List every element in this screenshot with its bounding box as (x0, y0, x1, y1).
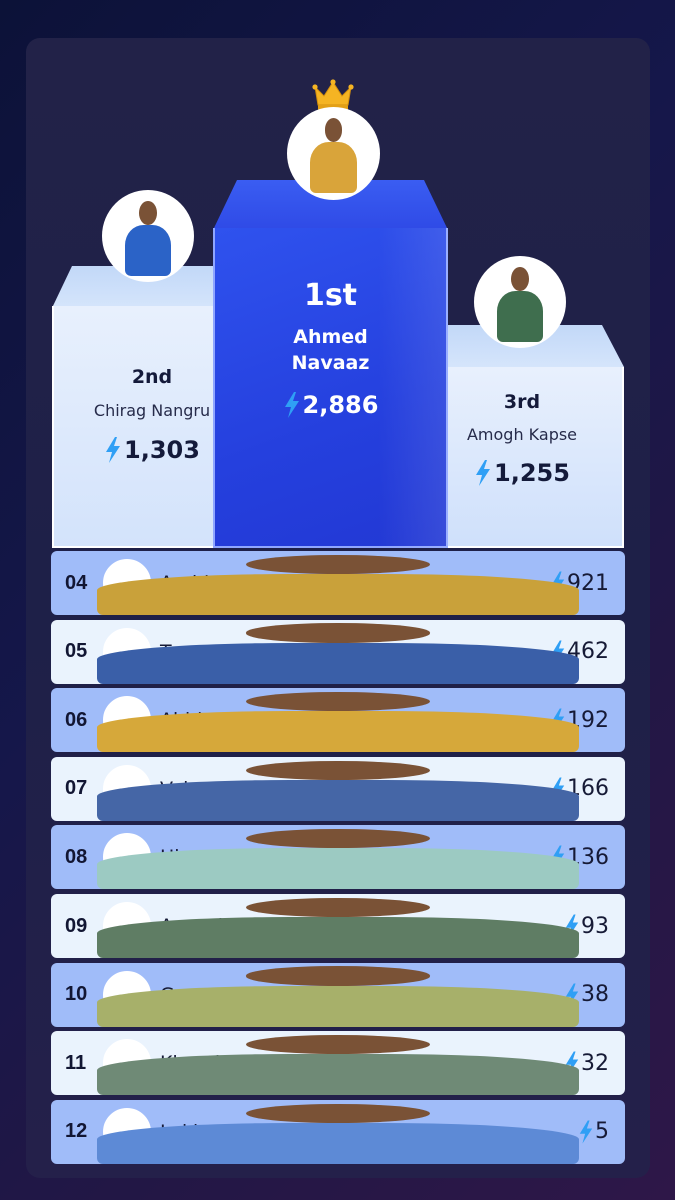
rank-number: 05 (65, 640, 88, 663)
table-row[interactable]: 06Abhinav Shukla192 (51, 688, 625, 753)
score-value: 32 (581, 1050, 609, 1076)
rank-number: 11 (65, 1051, 87, 1074)
rank-number: 06 (65, 708, 88, 731)
table-row[interactable]: 05Tanu Rawat462 (51, 619, 625, 684)
rank-number: 12 (65, 1120, 88, 1143)
lightning-bolt-icon (106, 437, 121, 463)
podium-third-score-wrap: 1,255 (420, 459, 624, 487)
table-row[interactable]: 07Valence Kundra166 (51, 756, 625, 821)
player-photo (96, 829, 580, 890)
avatar[interactable] (96, 1035, 580, 1096)
avatar[interactable] (96, 1103, 580, 1164)
rank-number: 10 (65, 983, 88, 1006)
podium-third: 3rd Amogh Kapse 1,255 (420, 325, 624, 548)
lightning-bolt-icon (284, 392, 299, 418)
player-photo (96, 623, 580, 684)
table-row[interactable]: 10Gaurav Singh38 (51, 962, 625, 1027)
avatar[interactable] (96, 829, 580, 890)
podium-first-rank: 1st (303, 278, 358, 313)
podium-first-score-wrap: 2,886 (213, 391, 448, 419)
player-photo (492, 262, 547, 342)
podium-first: 1st Ahmed Navaaz 2,886 (213, 180, 448, 548)
table-row[interactable]: 04Arohi Khurana921 (51, 551, 625, 615)
podium-third-rank: 3rd (503, 391, 541, 413)
avatar-third[interactable] (474, 256, 566, 348)
lightning-bolt-icon (476, 460, 491, 486)
avatar[interactable] (96, 760, 580, 821)
avatar-second[interactable] (102, 190, 194, 282)
table-row[interactable]: 11Khyati Sharma32 (51, 1031, 625, 1096)
player-photo (306, 114, 362, 194)
player-photo (96, 1103, 580, 1164)
player-photo (96, 692, 580, 753)
podium-first-name-line2: Navaaz (291, 352, 370, 374)
avatar[interactable] (96, 897, 580, 958)
player-photo (120, 196, 175, 276)
podium-third-name: Amogh Kapse (466, 425, 578, 444)
score-value: 5 (595, 1119, 609, 1145)
player-photo (96, 966, 580, 1027)
avatar[interactable] (96, 554, 580, 615)
rank-number: 09 (65, 914, 88, 937)
table-row[interactable]: 08Himanshu Arora136 (51, 825, 625, 890)
lightning-bolt-icon (579, 1120, 593, 1144)
table-row[interactable]: 09Aayush Sarvaiya93 (51, 894, 625, 958)
score-value: 38 (581, 982, 609, 1008)
player-score: 5 (578, 1119, 625, 1145)
player-photo (96, 1035, 580, 1096)
rank-number: 04 (65, 571, 88, 594)
avatar[interactable] (96, 966, 580, 1027)
podium-second-score: 1,303 (124, 436, 200, 464)
avatar[interactable] (96, 692, 580, 753)
podium-first-score: 2,886 (302, 391, 379, 419)
podium-third-score: 1,255 (494, 459, 570, 487)
podium-first-name-line1: Ahmed (293, 326, 368, 348)
avatar[interactable] (96, 623, 580, 684)
table-row[interactable]: 12Lekha Nair5 (51, 1099, 625, 1164)
rank-number: 07 (65, 777, 88, 800)
player-photo (96, 760, 580, 821)
player-photo (96, 554, 580, 615)
score-value: 93 (581, 913, 609, 939)
player-photo (96, 897, 580, 958)
rank-number: 08 (65, 845, 88, 868)
avatar-first[interactable] (287, 107, 380, 200)
